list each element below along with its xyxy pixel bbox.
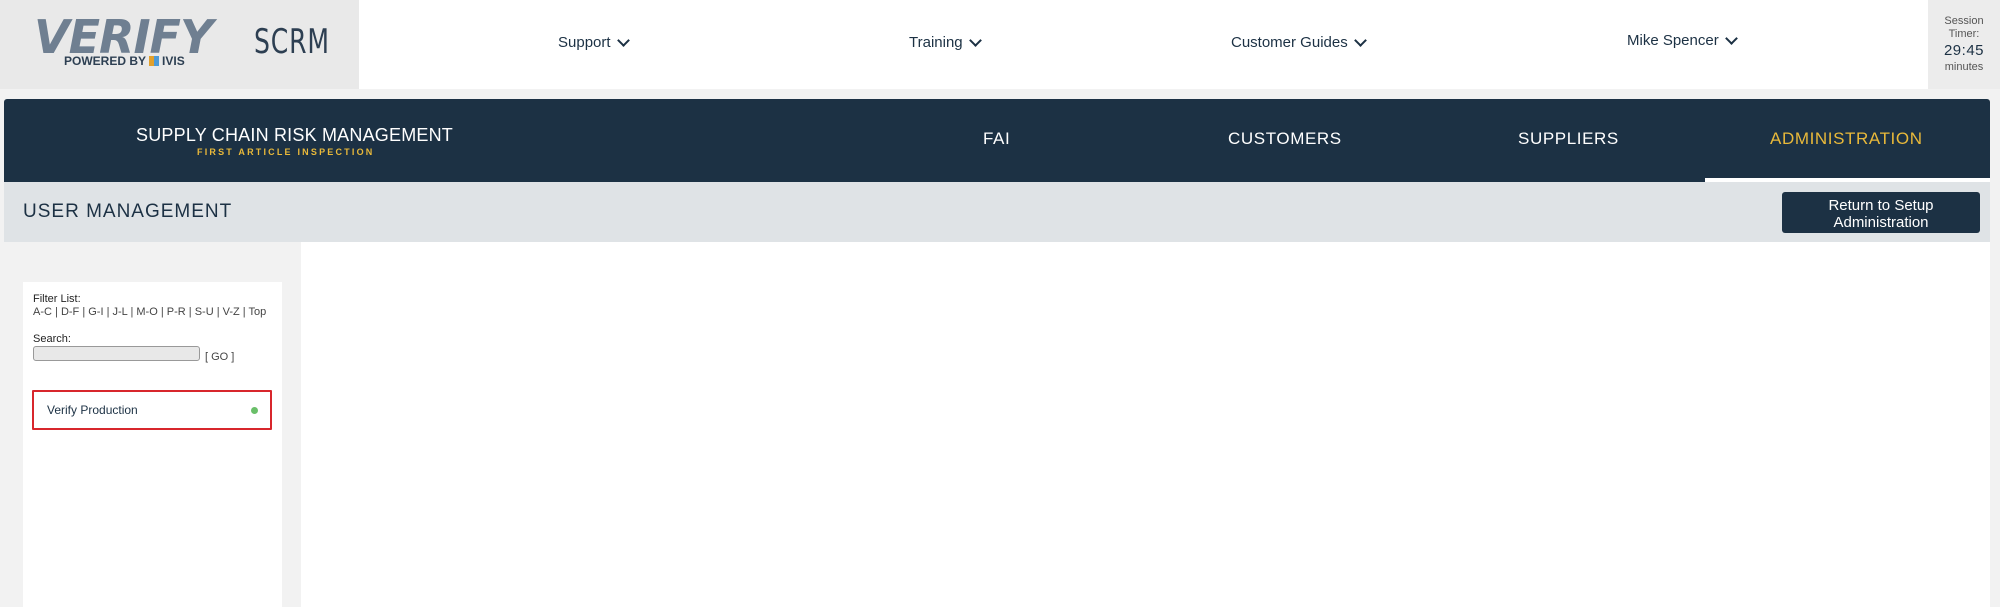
left-column: Filter List: A-C | D-F | G-I | J-L | M-O… [4,242,301,607]
filter-j-l[interactable]: J-L [113,306,128,318]
return-to-setup-button[interactable]: Return to Setup Administration [1782,192,1980,233]
filter-s-u[interactable]: S-U [195,306,214,318]
filter-top[interactable]: Top [249,306,267,318]
list-item-label: Verify Production [47,403,138,417]
list-item[interactable]: Verify Production [32,390,272,430]
logo-powered-by: POWERED BY IVIS [64,54,185,68]
search-label: Search: [33,333,71,345]
user-menu[interactable]: Mike Spencer [1627,31,1738,49]
filter-links: A-C | D-F | G-I | J-L | M-O | P-R | S-U … [33,306,267,318]
return-button-line1: Return to Setup [1828,197,1934,214]
training-menu[interactable]: Training [909,33,982,51]
support-menu[interactable]: Support [558,33,630,51]
brand-area: VERIFY POWERED BY IVIS SCRM [0,0,359,89]
logo-powered-prefix: POWERED BY [64,54,147,68]
ivis-mark-icon [149,56,160,66]
filter-p-r[interactable]: P-R [167,306,186,318]
session-label-line1: Session [1944,15,1984,27]
app-title: SUPPLY CHAIN RISK MANAGEMENT [136,125,453,145]
customer-guides-menu-label: Customer Guides [1231,34,1348,51]
nav-suppliers[interactable]: SUPPLIERS [1518,129,1619,149]
search-input[interactable] [33,346,200,361]
search-go-button[interactable]: [ GO ] [205,351,234,363]
chevron-down-icon [968,33,982,47]
page-title: USER MANAGEMENT [23,201,233,222]
product-name: SCRM [254,22,330,62]
session-timer: Session Timer: 29:45 minutes [1928,0,2000,89]
chevron-down-icon [616,33,630,47]
return-button-line2: Administration [1833,214,1929,231]
session-unit: minutes [1944,61,1984,73]
nav-fai[interactable]: FAI [983,129,1010,149]
top-bar: VERIFY POWERED BY IVIS SCRM Support Train… [0,0,2000,89]
filter-d-f[interactable]: D-F [61,306,79,318]
user-list-panel: Filter List: A-C | D-F | G-I | J-L | M-O… [23,282,282,607]
nav-customers[interactable]: CUSTOMERS [1228,129,1342,149]
filter-m-o[interactable]: M-O [136,306,157,318]
section-header: USER MANAGEMENT Return to Setup Administ… [4,182,1990,242]
support-menu-label: Support [558,34,611,51]
filter-a-c[interactable]: A-C [33,306,52,318]
session-label-line2: Timer: [1948,28,1980,40]
status-dot-icon [251,407,258,414]
main-nav: SUPPLY CHAIN RISK MANAGEMENT FIRST ARTIC… [4,99,1990,182]
user-name: Mike Spencer [1627,32,1719,49]
filter-g-i[interactable]: G-I [88,306,103,318]
chevron-down-icon [1724,31,1738,45]
main-content-area [301,242,1990,607]
training-menu-label: Training [909,34,963,51]
app-subtitle: FIRST ARTICLE INSPECTION [197,147,375,157]
filter-label: Filter List: [33,293,81,305]
session-time: 29:45 [1943,42,1985,59]
filter-v-z[interactable]: V-Z [223,306,240,318]
logo-powered-name: IVIS [162,54,185,68]
nav-administration[interactable]: ADMINISTRATION [1770,129,1923,149]
chevron-down-icon [1353,33,1367,47]
customer-guides-menu[interactable]: Customer Guides [1231,33,1367,51]
verify-logo[interactable]: VERIFY POWERED BY IVIS [34,14,214,70]
